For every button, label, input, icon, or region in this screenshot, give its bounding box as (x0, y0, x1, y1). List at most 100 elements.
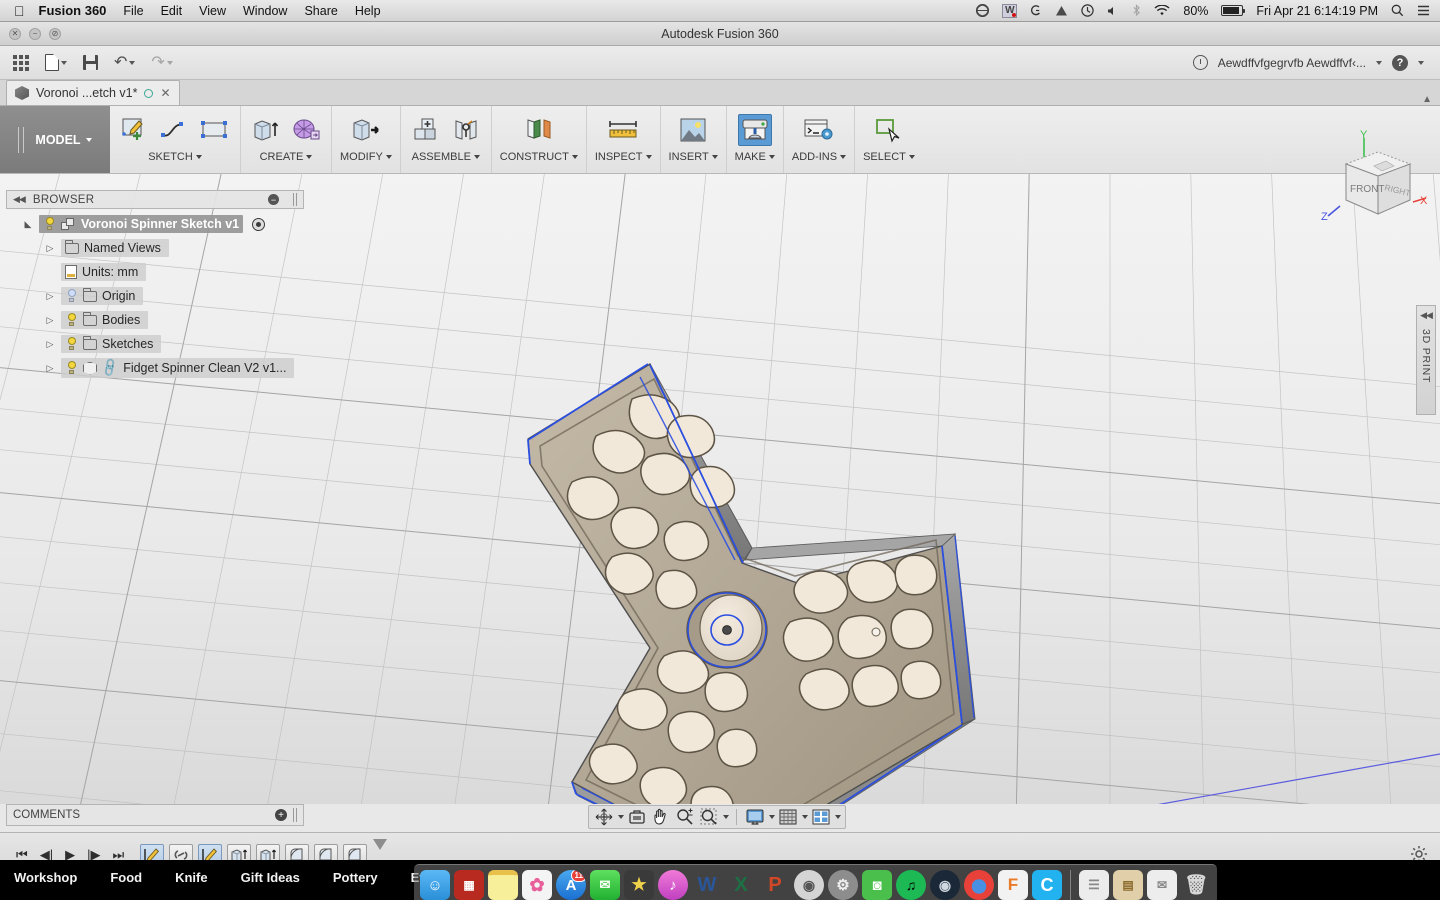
spotify-icon[interactable]: ♫ (896, 870, 926, 900)
visibility-bulb-icon[interactable] (65, 313, 78, 327)
bluetooth-icon[interactable] (1132, 4, 1141, 17)
bookmark-workshop[interactable]: Workshop (14, 870, 77, 885)
menu-fusion-360[interactable]: Fusion 360 (39, 3, 107, 18)
browser-row-sketches[interactable]: ▷ Sketches (6, 332, 304, 356)
new-file-button[interactable] (40, 52, 72, 73)
orbit-icon[interactable] (593, 807, 615, 827)
menu-view[interactable]: View (199, 4, 226, 18)
collapse-ribbon-icon[interactable]: ▲ (1422, 94, 1440, 105)
browser-minimize-icon[interactable]: − (268, 194, 279, 205)
chevron-down-icon[interactable] (618, 815, 624, 819)
show-data-panel-button[interactable] (8, 53, 34, 73)
volume-icon[interactable] (1107, 5, 1119, 17)
close-tab-icon[interactable]: ✕ (160, 86, 170, 100)
evernote-icon[interactable]: ◙ (862, 870, 892, 900)
browser-item-root[interactable]: Voronoi Spinner Sketch v1 (39, 215, 244, 233)
scripts-addins-icon[interactable] (802, 114, 836, 146)
ribbon-group-label-construct[interactable]: CONSTRUCT (500, 151, 578, 163)
new-component-icon[interactable] (409, 114, 443, 146)
offset-plane-icon[interactable] (522, 114, 556, 146)
press-pull-icon[interactable] (349, 114, 383, 146)
extrude-icon[interactable] (249, 114, 283, 146)
expander-closed-icon[interactable]: ▷ (44, 315, 56, 326)
bookmark-pottery[interactable]: Pottery (333, 870, 378, 885)
display-settings-icon[interactable] (744, 807, 766, 827)
save-button[interactable] (78, 53, 103, 72)
menu-share[interactable]: Share (304, 4, 337, 18)
menu-bar-clock[interactable]: Fri Apr 21 6:14:19 PM (1256, 4, 1378, 18)
3d-print-icon[interactable] (737, 114, 772, 146)
ribbon-group-label-select[interactable]: SELECT (863, 151, 915, 163)
select-window-icon[interactable] (872, 114, 906, 146)
workspace-switcher[interactable]: MODEL (0, 106, 110, 173)
bookmark-gift-ideas[interactable]: Gift Ideas (241, 870, 300, 885)
expander-closed-icon[interactable]: ▷ (44, 291, 56, 302)
browser-row-linked-component[interactable]: ▷ 🔗 Fidget Spinner Clean V2 v1... (6, 356, 304, 380)
job-status-icon[interactable] (1192, 55, 1208, 70)
document-tab[interactable]: Voronoi ...etch v1* ✕ (6, 80, 180, 105)
photo-booth-icon[interactable]: ▦ (454, 870, 484, 900)
collapse-3d-print-icon[interactable]: ◀◀ (1420, 310, 1433, 321)
browser-row-root[interactable]: ◣ Voronoi Spinner Sketch v1 (6, 212, 304, 236)
menu-window[interactable]: Window (243, 4, 287, 18)
chrome-icon[interactable] (964, 870, 994, 900)
finder-icon[interactable]: ☺ (420, 870, 450, 900)
battery-icon[interactable] (1221, 5, 1246, 16)
viewports-icon[interactable] (810, 807, 832, 827)
help-icon[interactable]: ? (1392, 54, 1408, 71)
ribbon-group-label-inspect[interactable]: INSPECT (595, 151, 652, 163)
sculpt-icon[interactable] (289, 114, 323, 146)
itunes-icon[interactable]: ♪ (658, 870, 688, 900)
steam-icon[interactable]: ◉ (930, 870, 960, 900)
chevron-down-icon[interactable] (835, 815, 841, 819)
powerpoint-icon[interactable]: P (760, 870, 790, 900)
browser-item-bodies[interactable]: Bodies (61, 311, 149, 329)
safari-icon[interactable]: ◉ (794, 870, 824, 900)
visibility-bulb-icon[interactable] (43, 217, 56, 231)
user-account-label[interactable]: Aewdffvfgegrvfb Aewdffvf‹... (1218, 56, 1366, 70)
trash-icon[interactable]: 🗑 (1181, 870, 1211, 900)
excel-icon[interactable]: X (726, 870, 756, 900)
bookmark-food[interactable]: Food (110, 870, 142, 885)
grid-snap-icon[interactable] (777, 807, 799, 827)
insert-image-icon[interactable] (676, 114, 710, 146)
collapse-browser-icon[interactable]: ◀◀ (13, 194, 26, 205)
look-at-icon[interactable] (626, 807, 648, 827)
time-machine-icon[interactable] (1081, 4, 1095, 17)
documents-stack-icon[interactable]: ☰ (1079, 870, 1109, 900)
browser-row-origin[interactable]: ▷ Origin (6, 284, 304, 308)
ribbon-group-label-create[interactable]: CREATE (260, 151, 313, 163)
mail-folder-icon[interactable]: ✉ (1147, 870, 1177, 900)
system-preferences-icon[interactable]: ⚙ (828, 870, 858, 900)
visibility-bulb-icon[interactable] (65, 337, 78, 351)
word-icon[interactable]: W (692, 870, 722, 900)
visibility-bulb-icon[interactable] (65, 289, 78, 303)
ribbon-group-label-addins[interactable]: ADD-INS (792, 151, 847, 163)
chevron-down-icon[interactable] (769, 815, 775, 819)
imovie-icon[interactable]: ★ (624, 870, 654, 900)
browser-row-named-views[interactable]: ▷ Named Views (6, 236, 304, 260)
ribbon-group-label-modify[interactable]: MODIFY (340, 151, 392, 163)
3d-print-panel-tab[interactable]: ◀◀ 3D PRINT (1416, 305, 1436, 415)
chevron-down-icon[interactable] (802, 815, 808, 819)
joint-icon[interactable] (449, 114, 483, 146)
measure-icon[interactable] (606, 114, 640, 146)
pan-icon[interactable] (650, 807, 672, 827)
spline-icon[interactable] (158, 114, 192, 146)
browser-item-origin[interactable]: Origin (61, 287, 144, 305)
visibility-bulb-icon[interactable] (65, 361, 78, 375)
undo-button[interactable]: ↶ (109, 53, 140, 73)
ribbon-group-label-assemble[interactable]: ASSEMBLE (412, 151, 480, 163)
add-comment-icon[interactable]: + (275, 809, 287, 821)
dropbox-icon[interactable] (976, 4, 990, 17)
zoom-icon[interactable] (674, 807, 696, 827)
fusion-360-icon[interactable]: F (998, 870, 1028, 900)
chevron-down-icon[interactable] (723, 815, 729, 819)
activate-component-radio[interactable] (252, 217, 266, 231)
spotlight-icon[interactable] (1391, 4, 1404, 17)
notification-center-icon[interactable] (1417, 5, 1430, 16)
expander-closed-icon[interactable]: ▷ (44, 339, 56, 350)
word-status-icon[interactable]: W (1002, 3, 1018, 18)
browser-item-sketches[interactable]: Sketches (61, 335, 162, 353)
view-cube[interactable]: Y X Z FRONT RIGHT (1316, 129, 1436, 232)
